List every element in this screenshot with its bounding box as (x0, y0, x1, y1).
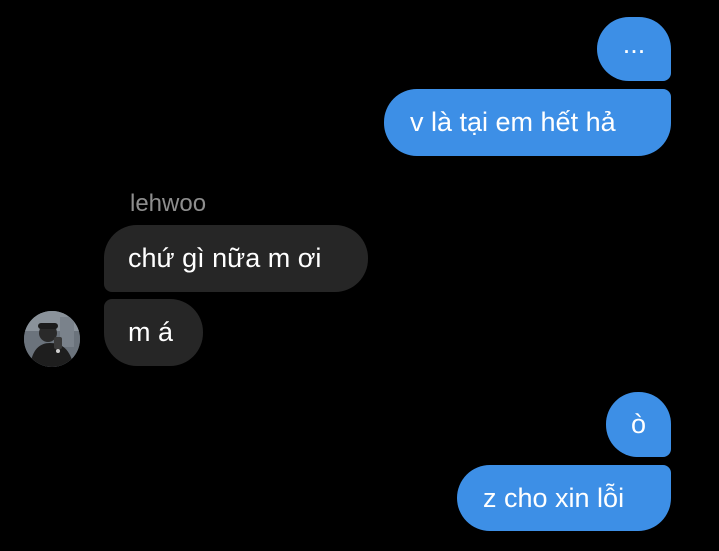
message-bubble-received[interactable]: chứ gì nữa m ơi (104, 225, 368, 292)
message-bubble-sent[interactable]: z cho xin lỗi (457, 465, 671, 531)
contact-avatar[interactable] (24, 311, 80, 367)
message-text: ò (630, 409, 647, 439)
message-text: chứ gì nữa m ơi (128, 243, 322, 273)
message-bubble-sent[interactable]: v là tại em hết hả (384, 89, 671, 156)
message-text: z cho xin lỗi (483, 482, 625, 513)
message-bubble-sent[interactable]: ò (606, 392, 671, 457)
message-bubble-received[interactable]: m á (104, 299, 203, 366)
message-text: v là tại em hết hả (410, 107, 616, 137)
message-bubble-sent[interactable]: ... (597, 17, 671, 81)
sender-name: lehwoo (130, 190, 207, 217)
message-text: ... (622, 28, 646, 59)
message-text: m á (128, 317, 174, 347)
avatar-photo-icon (24, 311, 80, 367)
